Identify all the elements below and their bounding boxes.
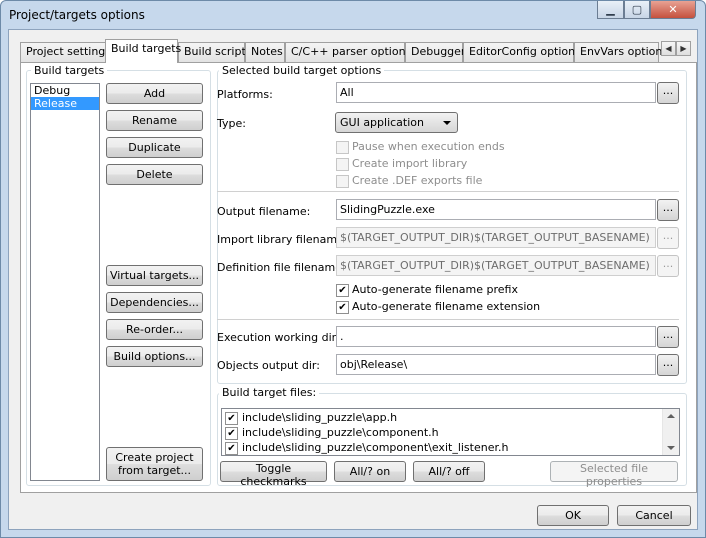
objects-dir-label: Objects output dir: [217, 359, 320, 372]
arrow-right-icon: ▶ [680, 44, 687, 53]
working-dir-label: Execution working dir: [217, 331, 340, 344]
maximize-button[interactable]: ▢ [624, 1, 650, 19]
arrow-left-icon: ◀ [665, 44, 672, 53]
auto-extension-label: Auto-generate filename extension [352, 300, 541, 313]
import-library-label: Import library filename: [217, 233, 348, 246]
check-icon: ✔ [227, 443, 236, 454]
tab-project-settings[interactable]: Project settings [20, 42, 111, 62]
tab-notes[interactable]: Notes [245, 42, 285, 62]
ok-button[interactable]: OK [537, 505, 609, 526]
tab-scroll-right[interactable]: ▶ [676, 41, 691, 56]
auto-prefix-label: Auto-generate filename prefix [352, 283, 518, 296]
output-filename-label: Output filename: [217, 205, 311, 218]
minimize-button[interactable]: ▁ [597, 1, 624, 19]
tab-scroll-left[interactable]: ◀ [661, 41, 676, 56]
delete-button[interactable]: Delete [106, 164, 203, 185]
type-dropdown-value: GUI application [340, 116, 424, 129]
objects-dir-browse-button[interactable]: ... [657, 354, 679, 376]
title-bar[interactable]: Project/targets options ▁ ▢ ✕ [1, 1, 705, 29]
platforms-field[interactable]: All [336, 82, 656, 103]
scroll-up-icon[interactable] [667, 414, 675, 418]
toggle-checkmarks-button[interactable]: Toggle checkmarks [220, 461, 327, 488]
create-project-label-line1: Create project [115, 451, 194, 464]
window-title: Project/targets options [9, 8, 145, 22]
output-filename-field[interactable]: SlidingPuzzle.exe [336, 199, 656, 220]
tab-debugger[interactable]: Debugger [405, 42, 465, 62]
definition-file-field[interactable]: $(TARGET_OUTPUT_DIR)$(TARGET_OUTPUT_BASE… [336, 255, 656, 276]
check-icon: ✔ [227, 428, 236, 439]
create-project-label-line2: from target... [117, 464, 192, 477]
objects-dir-field[interactable]: obj\Release\ [336, 354, 656, 375]
duplicate-button[interactable]: Duplicate [106, 137, 203, 158]
build-target-files-list[interactable]: ✔ include\sliding_puzzle\app.h ✔ include… [221, 408, 680, 456]
tab-editorconfig[interactable]: EditorConfig options [463, 42, 581, 62]
tab-envvars[interactable]: EnvVars options [574, 42, 668, 62]
all-on-button[interactable]: All/? on [334, 461, 406, 482]
add-button[interactable]: Add [106, 83, 203, 104]
definition-browse-button[interactable]: ... [657, 255, 679, 277]
reorder-button[interactable]: Re-order... [106, 319, 203, 340]
file-checkbox[interactable]: ✔ [225, 412, 238, 425]
check-icon: ✔ [338, 302, 347, 313]
file-checkbox[interactable]: ✔ [225, 427, 238, 440]
dialog-window: Project/targets options ▁ ▢ ✕ Project se… [0, 0, 706, 538]
platforms-label: Platforms: [217, 88, 273, 101]
build-targets-list[interactable]: Debug Release [30, 83, 100, 481]
all-off-button[interactable]: All/? off [413, 461, 485, 482]
dependencies-button[interactable]: Dependencies... [106, 292, 203, 313]
file-path: include\sliding_puzzle\component.h [242, 426, 439, 439]
create-import-checkbox[interactable] [336, 158, 349, 171]
import-library-field[interactable]: $(TARGET_OUTPUT_DIR)$(TARGET_OUTPUT_BASE… [336, 227, 656, 248]
selected-file-properties-button[interactable]: Selected file properties [550, 461, 678, 488]
type-label: Type: [217, 117, 246, 130]
tab-build-targets[interactable]: Build targets [105, 39, 181, 63]
auto-prefix-checkbox[interactable]: ✔ [336, 284, 349, 297]
options-separator [217, 191, 679, 192]
target-options-group-label: Selected build target options [219, 64, 385, 77]
create-project-from-target-button[interactable]: Create project from target... [106, 447, 203, 481]
platforms-browse-button[interactable]: ... [657, 82, 679, 104]
build-target-files-label: Build target files: [219, 386, 320, 399]
pause-label: Pause when execution ends [352, 140, 505, 153]
dialog-client: Project settings Build targets Build scr… [8, 29, 698, 530]
pause-checkbox[interactable] [336, 141, 349, 154]
rename-button[interactable]: Rename [106, 110, 203, 131]
create-import-label: Create import library [352, 157, 468, 170]
cancel-button[interactable]: Cancel [617, 505, 691, 526]
type-dropdown[interactable]: GUI application [335, 112, 458, 133]
file-path: include\sliding_puzzle\app.h [242, 411, 398, 424]
check-icon: ✔ [338, 285, 347, 296]
chevron-down-icon [443, 121, 451, 125]
virtual-targets-button[interactable]: Virtual targets... [106, 265, 203, 286]
maximize-icon: ▢ [631, 3, 643, 16]
close-button[interactable]: ✕ [650, 1, 696, 19]
build-targets-panel: Build targets Debug Release Add Rename D… [20, 62, 697, 493]
scroll-down-icon[interactable] [667, 446, 675, 450]
list-item-debug[interactable]: Debug [31, 84, 99, 97]
build-options-button[interactable]: Build options... [106, 346, 203, 367]
create-def-label: Create .DEF exports file [352, 174, 483, 187]
check-icon: ✔ [227, 413, 236, 424]
output-browse-button[interactable]: ... [657, 199, 679, 221]
options-separator-2 [217, 319, 679, 320]
file-checkbox[interactable]: ✔ [225, 442, 238, 455]
import-browse-button[interactable]: ... [657, 227, 679, 249]
working-dir-browse-button[interactable]: ... [657, 326, 679, 348]
file-path: include\sliding_puzzle\component\exit_li… [242, 441, 509, 454]
create-def-checkbox[interactable] [336, 175, 349, 188]
build-targets-group-label: Build targets [31, 64, 108, 77]
tab-build-scripts[interactable]: Build scripts [178, 42, 252, 62]
auto-extension-checkbox[interactable]: ✔ [336, 301, 349, 314]
tab-cpp-parser[interactable]: C/C++ parser options [285, 42, 411, 62]
definition-file-label: Definition file filename: [217, 261, 346, 274]
working-dir-field[interactable]: . [336, 326, 656, 347]
list-item-release[interactable]: Release [31, 97, 99, 110]
close-icon: ✕ [668, 3, 678, 16]
files-scrollbar[interactable] [662, 409, 679, 455]
minimize-icon: ▁ [606, 3, 615, 16]
